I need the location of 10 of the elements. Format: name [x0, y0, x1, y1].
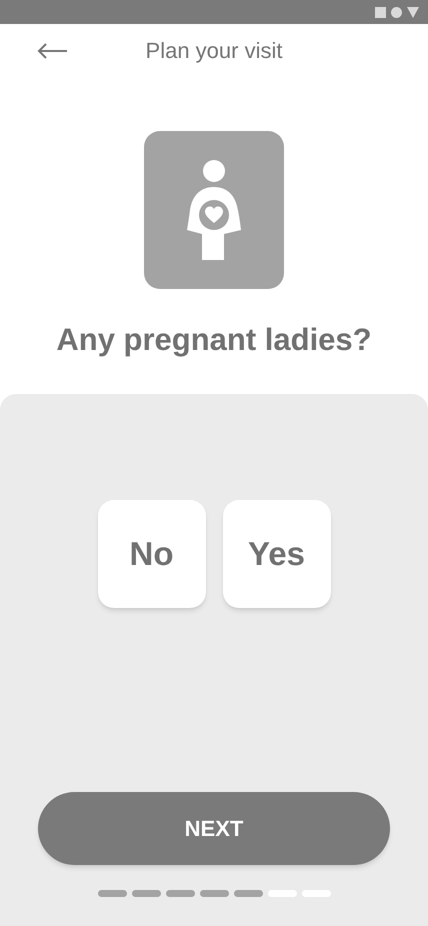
circle-icon — [391, 6, 402, 18]
square-icon — [375, 6, 386, 18]
next-button[interactable]: NEXT — [38, 792, 390, 864]
option-button[interactable]: Yes — [222, 500, 330, 608]
pregnant-woman-icon — [144, 131, 284, 289]
question-text: Any pregnant ladies? — [56, 321, 372, 359]
option-button[interactable]: No — [98, 500, 206, 608]
screen-title: Plan your visit — [146, 36, 282, 65]
back-arrow-icon — [36, 43, 68, 59]
triangle-icon — [407, 6, 419, 18]
